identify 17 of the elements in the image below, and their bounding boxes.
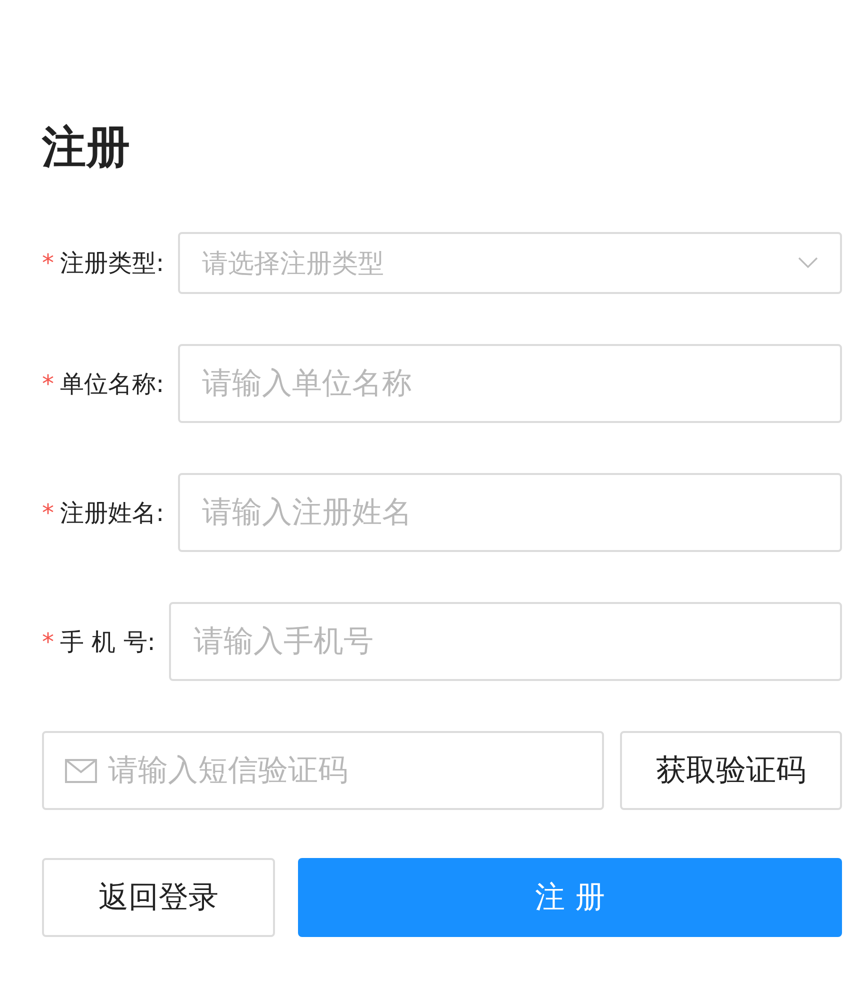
- code-field[interactable]: 请输入短信验证码: [42, 731, 604, 810]
- field-label: 注册姓名:: [60, 498, 164, 528]
- chevron-down-icon: [798, 257, 818, 269]
- required-mark: *: [42, 628, 54, 656]
- input-field[interactable]: 请输入手机号: [169, 602, 842, 681]
- required-mark: *: [42, 370, 54, 398]
- required-mark: *: [42, 249, 54, 277]
- required-mark: *: [42, 498, 54, 526]
- mail-icon: [65, 759, 97, 783]
- back-to-login-button[interactable]: 返回登录: [42, 858, 275, 937]
- field-label: 单位名称:: [60, 368, 164, 400]
- input-field[interactable]: 请输入单位名称: [178, 344, 842, 423]
- field-label: 注册类型:: [60, 248, 164, 279]
- get-code-button[interactable]: 获取验证码: [620, 731, 842, 810]
- field-label: 手 机 号:: [60, 626, 156, 658]
- input-field[interactable]: 请输入注册姓名: [178, 473, 842, 552]
- page-title: 注册: [42, 121, 131, 175]
